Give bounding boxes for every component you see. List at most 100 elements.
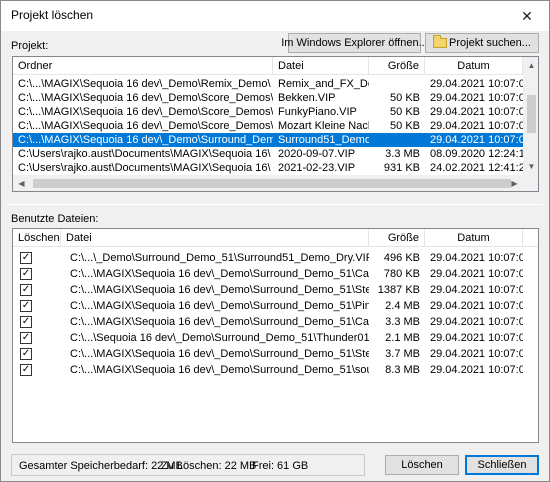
file-row[interactable]: ✓ C:\...\MAGIX\Sequoia 16 dev\_Demo\Surro…	[13, 315, 538, 329]
cell-datum: 29.04.2021 10:07:06	[430, 78, 523, 90]
cell-datei: C:\...\MAGIX\Sequoia 16 dev\_Demo\Surrou…	[70, 348, 369, 360]
checkbox-checked-icon[interactable]: ✓	[20, 268, 32, 280]
open-in-explorer-label: Im Windows Explorer öffnen...	[281, 37, 428, 49]
cell-groesse: 50 KB	[390, 106, 420, 118]
cell-datum: 29.04.2021 10:07:06	[430, 106, 523, 118]
cell-datum: 29.04.2021 10:07:06	[430, 252, 523, 264]
scroll-up-icon[interactable]: ▲	[523, 57, 538, 74]
cell-datum: 29.04.2021 10:07:06	[430, 134, 523, 146]
cell-ordner: C:\...\MAGIX\Sequoia 16 dev\_Demo\Score_…	[18, 120, 273, 132]
title-bar: Projekt löschen ✕	[1, 1, 549, 31]
cell-datum: 29.04.2021 10:07:06	[430, 332, 523, 344]
cell-datei: Bekken.VIP	[278, 92, 336, 104]
project-row[interactable]: C:\Users\rajko.aust\Documents\MAGIX\Sequ…	[13, 161, 523, 175]
column-header-groesse[interactable]: Größe	[369, 229, 425, 247]
file-row[interactable]: ✓ C:\...\Sequoia 16 dev\_Demo\Surround_De…	[13, 331, 538, 345]
checkbox-checked-icon[interactable]: ✓	[20, 364, 32, 376]
cell-groesse: 50 KB	[390, 92, 420, 104]
open-in-explorer-button[interactable]: Im Windows Explorer öffnen...	[281, 33, 428, 53]
project-row[interactable]: C:\Users\rajko.aust\Documents\MAGIX\Sequ…	[13, 147, 523, 161]
cell-datei: C:\...\MAGIX\Sequoia 16 dev\_Demo\Surrou…	[70, 268, 369, 280]
file-row[interactable]: ✓ C:\...\MAGIX\Sequoia 16 dev\_Demo\Surro…	[13, 363, 538, 377]
cell-datei: C:\...\MAGIX\Sequoia 16 dev\_Demo\Surrou…	[70, 364, 369, 376]
to-delete-text: Zu Löschen: 22 MB	[161, 460, 257, 472]
checkbox-checked-icon[interactable]: ✓	[20, 284, 32, 296]
close-icon[interactable]: ✕	[505, 1, 549, 31]
scroll-thumb[interactable]	[527, 95, 536, 133]
used-files-header: Löschen Datei Größe Datum	[13, 229, 538, 247]
checkbox-checked-icon[interactable]: ✓	[20, 332, 32, 344]
project-delete-dialog: Projekt löschen ✕ Projekt: Im Windows Ex…	[0, 0, 550, 482]
cell-groesse: 780 KB	[383, 268, 420, 280]
scroll-left-icon[interactable]: ◀	[13, 175, 30, 191]
cell-datum: 29.04.2021 10:07:06	[430, 92, 523, 104]
file-row[interactable]: ✓ C:\...\_Demo\Surround_Demo_51\Surround5…	[13, 251, 538, 265]
cell-datei: C:\...\Sequoia 16 dev\_Demo\Surround_Dem…	[70, 332, 369, 344]
checkbox-checked-icon[interactable]: ✓	[20, 316, 32, 328]
cell-datei: C:\...\MAGIX\Sequoia 16 dev\_Demo\Surrou…	[70, 284, 369, 296]
checkbox-checked-icon[interactable]: ✓	[20, 252, 32, 264]
cell-ordner: C:\...\MAGIX\Sequoia 16 dev\_Demo\Score_…	[18, 106, 273, 118]
used-files-list[interactable]: Löschen Datei Größe Datum ✓ C:\...\_Demo\…	[12, 228, 539, 443]
column-header-groesse[interactable]: Größe	[369, 57, 425, 75]
file-row[interactable]: ✓ C:\...\MAGIX\Sequoia 16 dev\_Demo\Surro…	[13, 283, 538, 297]
column-header-datei[interactable]: Datei	[61, 229, 369, 247]
delete-button[interactable]: Löschen	[385, 455, 459, 475]
cell-datum: 08.09.2020 12:24:18	[430, 148, 523, 160]
project-list-header: Ordner Datei Größe Datum	[13, 57, 523, 75]
cell-datum: 29.04.2021 10:07:06	[430, 268, 523, 280]
cell-ordner: C:\...\MAGIX\Sequoia 16 dev\_Demo\Score_…	[18, 92, 273, 104]
cell-groesse: 2.4 MB	[385, 300, 420, 312]
cell-datei: Mozart Kleine Nacht...	[278, 120, 369, 132]
folder-icon	[433, 35, 448, 48]
cell-datum: 29.04.2021 10:07:06	[430, 316, 523, 328]
cell-ordner: C:\Users\rajko.aust\Documents\MAGIX\Sequ…	[18, 148, 271, 160]
file-row[interactable]: ✓ C:\...\MAGIX\Sequoia 16 dev\_Demo\Surro…	[13, 267, 538, 281]
cell-groesse: 2.1 MB	[385, 332, 420, 344]
cell-groesse: 3.3 MB	[385, 316, 420, 328]
file-row[interactable]: ✓ C:\...\MAGIX\Sequoia 16 dev\_Demo\Surro…	[13, 299, 538, 313]
cell-groesse: 3.3 MB	[385, 148, 420, 160]
close-button[interactable]: Schließen	[465, 455, 539, 475]
file-row[interactable]: ✓ C:\...\MAGIX\Sequoia 16 dev\_Demo\Surro…	[13, 347, 538, 361]
column-header-datum[interactable]: Datum	[425, 229, 523, 247]
scroll-right-icon[interactable]: ▶	[506, 175, 523, 191]
divider	[7, 204, 543, 205]
column-header-ordner[interactable]: Ordner	[13, 57, 273, 75]
free-space-text: Frei: 61 GB	[252, 460, 309, 472]
search-project-label: Projekt suchen...	[449, 37, 531, 49]
delete-button-label: Löschen	[401, 459, 443, 471]
cell-groesse: 50 KB	[390, 120, 420, 132]
close-button-label: Schließen	[477, 459, 527, 471]
project-list-horizontal-scrollbar[interactable]: ◀ ▶	[13, 175, 538, 191]
search-project-button[interactable]: Projekt suchen...	[425, 33, 539, 53]
project-row[interactable]: C:\...\MAGIX\Sequoia 16 dev\_Demo\Remix_…	[13, 77, 523, 91]
checkbox-checked-icon[interactable]: ✓	[20, 300, 32, 312]
cell-datei: Remix_and_FX_De...	[278, 78, 369, 90]
cell-groesse: 1387 KB	[377, 284, 420, 296]
cell-datei: C:\...\_Demo\Surround_Demo_51\Surround51…	[70, 252, 369, 264]
cell-datum: 29.04.2021 10:07:06	[430, 120, 523, 132]
project-list[interactable]: Ordner Datei Größe Datum C:\...\MAGIX\Se…	[12, 56, 539, 192]
checkbox-checked-icon[interactable]: ✓	[20, 348, 32, 360]
column-header-loeschen[interactable]: Löschen	[13, 229, 61, 247]
project-row[interactable]: C:\...\MAGIX\Sequoia 16 dev\_Demo\Score_…	[13, 119, 523, 133]
project-list-vertical-scrollbar[interactable]: ▲ ▼	[523, 57, 538, 175]
cell-groesse: 931 KB	[383, 162, 420, 174]
cell-groesse: 496 KB	[383, 252, 420, 264]
cell-ordner: C:\Users\rajko.aust\Documents\MAGIX\Sequ…	[18, 162, 271, 174]
project-row[interactable]: C:\...\MAGIX\Sequoia 16 dev\_Demo\Score_…	[13, 105, 523, 119]
scroll-down-icon[interactable]: ▼	[523, 158, 538, 175]
cell-datei: 2021-02-23.VIP	[278, 162, 356, 174]
cell-groesse	[369, 77, 425, 91]
used-files-label: Benutzte Dateien:	[11, 213, 99, 225]
project-row[interactable]: C:\...\MAGIX\Sequoia 16 dev\_Demo\Score_…	[13, 91, 523, 105]
total-storage-text: Gesamter Speicherbedarf: 22 MB	[19, 460, 183, 472]
cell-datei: C:\...\MAGIX\Sequoia 16 dev\_Demo\Surrou…	[70, 316, 369, 328]
column-header-datei[interactable]: Datei	[273, 57, 369, 75]
project-row[interactable]: C:\...\MAGIX\Sequoia 16 dev\_Demo\Surrou…	[13, 133, 523, 147]
cell-datum: 29.04.2021 10:07:06	[430, 348, 523, 360]
cell-datum: 29.04.2021 10:07:06	[430, 284, 523, 296]
horizontal-scroll-thumb[interactable]	[33, 179, 511, 188]
column-header-datum[interactable]: Datum	[425, 57, 523, 75]
